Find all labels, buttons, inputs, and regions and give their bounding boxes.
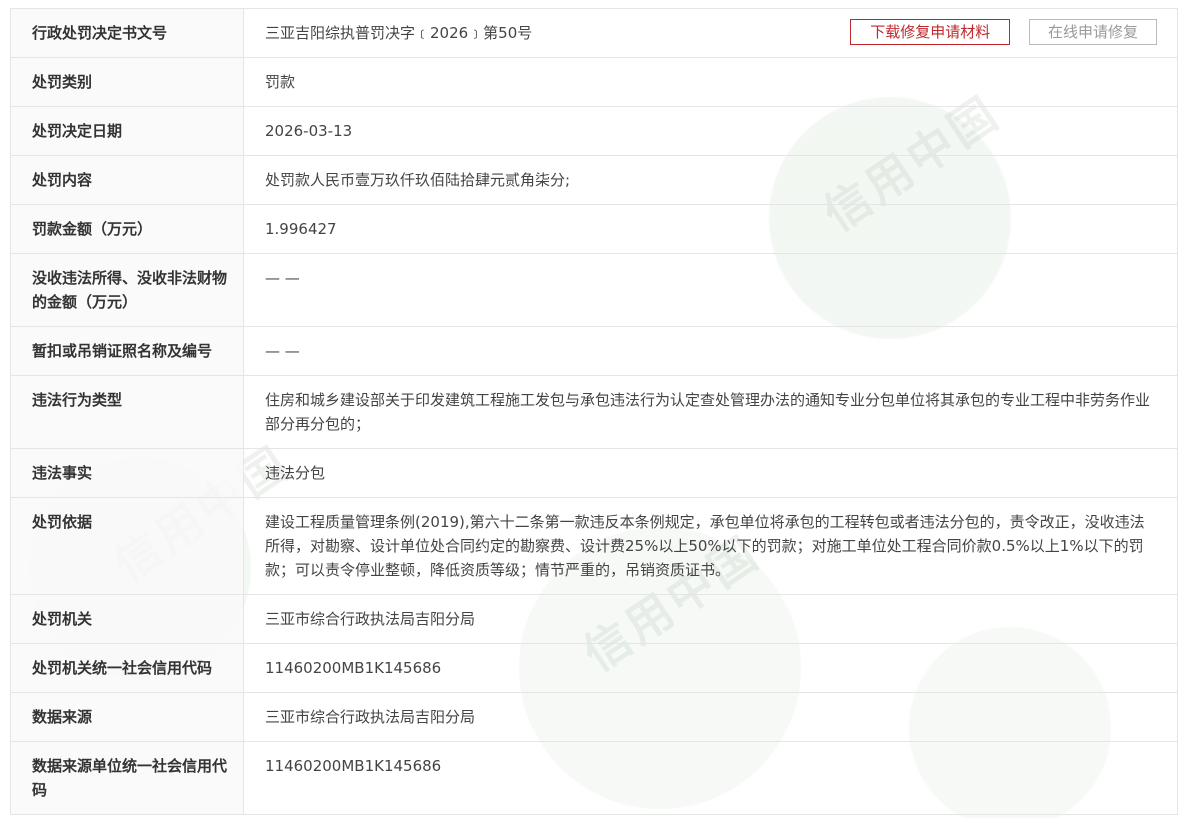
penalty-detail-panel: 信用中国 信用中国 信用中国 行政处罚决定书文号 下载修复申请材料 在线申请修复…	[10, 8, 1178, 818]
row-label-license-revocation: 暂扣或吊销证照名称及编号	[10, 326, 244, 376]
table-row: 罚款金额（万元） 1.996427	[10, 204, 1178, 254]
row-value-decision-date: 2026-03-13	[243, 106, 1178, 156]
table-row: 数据来源 三亚市综合行政执法局吉阳分局	[10, 692, 1178, 742]
row-value-fine-amount: 1.996427	[243, 204, 1178, 254]
table-row: 处罚机关统一社会信用代码 11460200MB1K145686	[10, 643, 1178, 693]
row-label-violation-type: 违法行为类型	[10, 375, 244, 449]
download-repair-materials-button[interactable]: 下载修复申请材料	[850, 19, 1011, 45]
row-label-decision-number: 行政处罚决定书文号	[10, 8, 244, 58]
row-label-authority-credit-code: 处罚机关统一社会信用代码	[10, 643, 244, 693]
row-value-penalty-authority: 三亚市综合行政执法局吉阳分局	[243, 594, 1178, 644]
row-label-penalty-content: 处罚内容	[10, 155, 244, 205]
row-label-confiscation-amount: 没收违法所得、没收非法财物的金额（万元）	[10, 253, 244, 327]
table-row: 违法事实 违法分包	[10, 448, 1178, 498]
table-row: 处罚决定日期 2026-03-13	[10, 106, 1178, 156]
penalty-info-table: 行政处罚决定书文号 下载修复申请材料 在线申请修复 三亚吉阳综执普罚决字﹝202…	[10, 8, 1178, 815]
row-label-penalty-authority: 处罚机关	[10, 594, 244, 644]
row-value-confiscation-amount: — —	[243, 253, 1178, 327]
table-row: 暂扣或吊销证照名称及编号 — —	[10, 326, 1178, 376]
row-value-legal-basis: 建设工程质量管理条例(2019),第六十二条第一款违反本条例规定，承包单位将承包…	[243, 497, 1178, 595]
table-row: 行政处罚决定书文号 下载修复申请材料 在线申请修复 三亚吉阳综执普罚决字﹝202…	[10, 8, 1178, 58]
row-value-source-credit-code: 11460200MB1K145686	[243, 741, 1178, 815]
table-row: 数据来源单位统一社会信用代码 11460200MB1K145686	[10, 741, 1178, 815]
row-value-authority-credit-code: 11460200MB1K145686	[243, 643, 1178, 693]
table-row: 处罚机关 三亚市综合行政执法局吉阳分局	[10, 594, 1178, 644]
table-row: 没收违法所得、没收非法财物的金额（万元） — —	[10, 253, 1178, 327]
repair-buttons: 下载修复申请材料 在线申请修复	[836, 19, 1157, 45]
table-row: 违法行为类型 住房和城乡建设部关于印发建筑工程施工发包与承包违法行为认定查处管理…	[10, 375, 1178, 449]
row-value-violation-type: 住房和城乡建设部关于印发建筑工程施工发包与承包违法行为认定查处管理办法的通知专业…	[243, 375, 1178, 449]
decision-number-text: 三亚吉阳综执普罚决字﹝2026﹞第50号	[265, 24, 533, 42]
row-label-fine-amount: 罚款金额（万元）	[10, 204, 244, 254]
row-value-violation-facts: 违法分包	[243, 448, 1178, 498]
row-label-source-credit-code: 数据来源单位统一社会信用代码	[10, 741, 244, 815]
row-label-decision-date: 处罚决定日期	[10, 106, 244, 156]
table-row: 处罚依据 建设工程质量管理条例(2019),第六十二条第一款违反本条例规定，承包…	[10, 497, 1178, 595]
online-repair-application-button[interactable]: 在线申请修复	[1029, 19, 1157, 45]
row-value-decision-number: 下载修复申请材料 在线申请修复 三亚吉阳综执普罚决字﹝2026﹞第50号	[243, 8, 1178, 58]
row-label-legal-basis: 处罚依据	[10, 497, 244, 595]
row-value-penalty-category: 罚款	[243, 57, 1178, 107]
row-value-penalty-content: 处罚款人民币壹万玖仟玖佰陆拾肆元贰角柒分;	[243, 155, 1178, 205]
table-row: 处罚类别 罚款	[10, 57, 1178, 107]
row-value-license-revocation: — —	[243, 326, 1178, 376]
row-value-data-source: 三亚市综合行政执法局吉阳分局	[243, 692, 1178, 742]
row-label-violation-facts: 违法事实	[10, 448, 244, 498]
table-row: 处罚内容 处罚款人民币壹万玖仟玖佰陆拾肆元贰角柒分;	[10, 155, 1178, 205]
row-label-data-source: 数据来源	[10, 692, 244, 742]
row-label-penalty-category: 处罚类别	[10, 57, 244, 107]
